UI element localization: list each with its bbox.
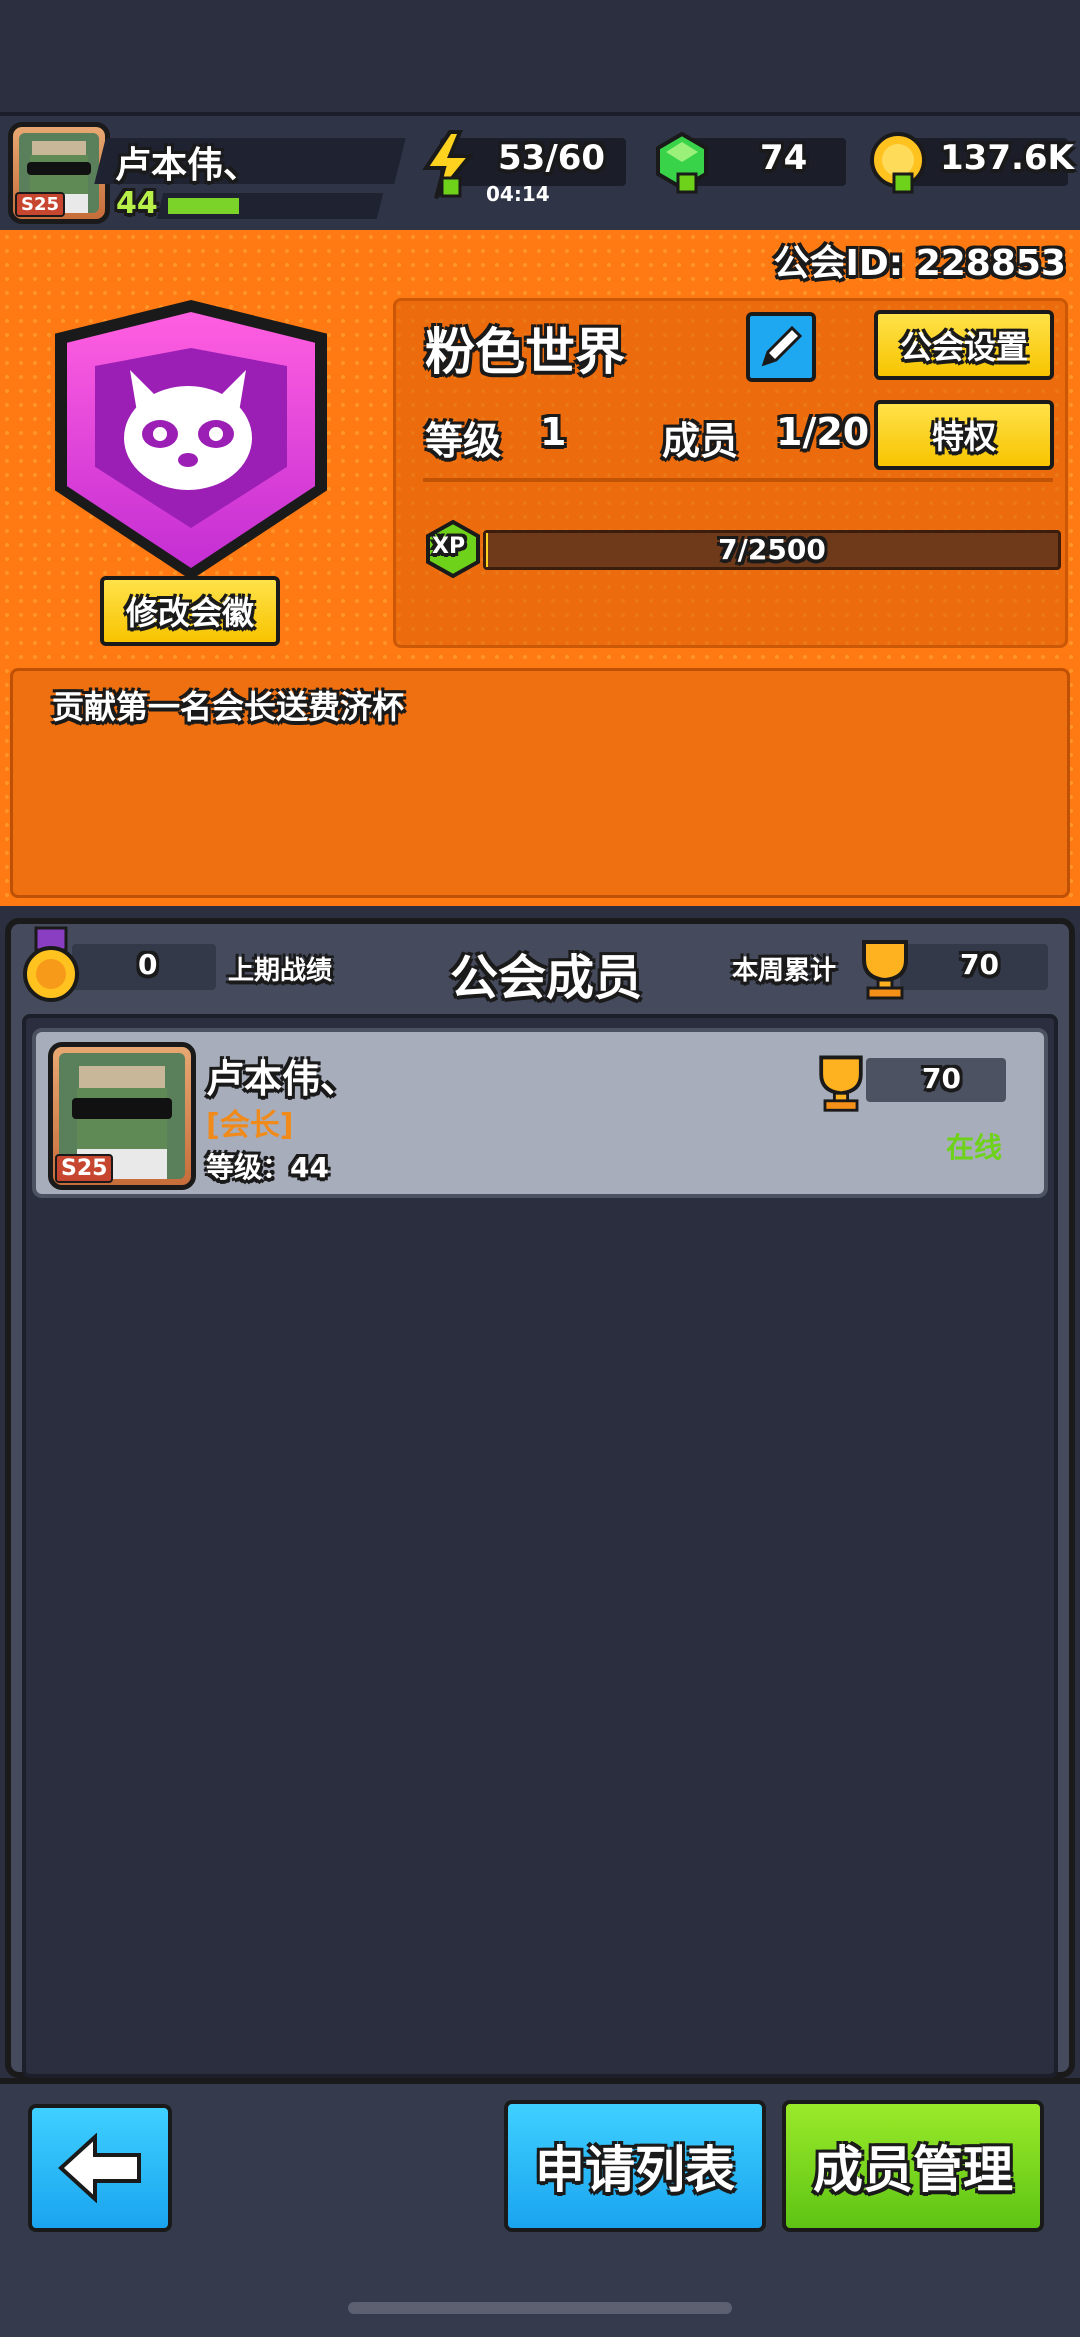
xp-value: 7/2500: [718, 533, 826, 566]
week-total-label: 本周累计: [732, 956, 837, 986]
coin-icon[interactable]: [868, 130, 930, 198]
last-period-value: 0: [138, 948, 158, 981]
guild-id: 公会ID: 228853: [773, 243, 1066, 284]
guild-level-value: 1: [540, 410, 567, 454]
guild-settings-button[interactable]: 公会设置: [874, 310, 1054, 380]
medal-icon: [18, 926, 84, 1006]
last-period-label: 上期战绩: [228, 956, 333, 986]
member-name: 卢本伟、: [206, 1057, 359, 1101]
back-arrow-icon: [58, 2133, 141, 2203]
member-role: [会长]: [206, 1108, 294, 1143]
player-avatar[interactable]: S25: [8, 122, 110, 224]
player-level-fill: [168, 198, 239, 214]
coin-value: 137.6K: [940, 138, 1074, 178]
member-status: 在线: [946, 1131, 1003, 1164]
energy-value: 53/60: [498, 138, 606, 178]
raccoon-emblem-icon: [108, 360, 268, 500]
members-panel-title: 公会成员: [450, 950, 643, 1006]
guild-notice: 贡献第一名会长送费济杯: [52, 688, 405, 726]
change-emblem-button[interactable]: 修改会徽: [100, 576, 280, 646]
season-badge: S25: [15, 192, 66, 217]
guild-members-value: 1/20: [776, 410, 870, 454]
member-trophy-icon: [808, 1048, 874, 1114]
guild-level-label: 等级: [425, 419, 502, 463]
status-area: [0, 0, 1080, 112]
energy-icon[interactable]: [420, 130, 476, 200]
guild-name: 粉色世界: [425, 323, 625, 381]
xp-badge: XP: [426, 519, 480, 579]
guild-members-label: 成员: [662, 419, 739, 463]
back-button[interactable]: [28, 2104, 172, 2232]
member-avatar[interactable]: S25: [48, 1042, 196, 1190]
player-level: 44: [116, 186, 158, 221]
trophy-icon: [850, 932, 920, 1002]
member-trophies: 70: [922, 1062, 961, 1095]
energy-timer: 04:14: [486, 182, 550, 206]
member-season-badge: S25: [55, 1154, 114, 1183]
home-indicator[interactable]: [348, 2302, 732, 2314]
privilege-button[interactable]: 特权: [874, 400, 1054, 470]
player-name: 卢本伟、: [115, 145, 260, 186]
pencil-icon: [761, 325, 803, 367]
member-management-button[interactable]: 成员管理: [782, 2100, 1044, 2232]
divider: [423, 478, 1053, 482]
gem-value: 74: [760, 138, 808, 178]
apply-list-button[interactable]: 申请列表: [504, 2100, 766, 2232]
week-total-value: 70: [960, 948, 999, 981]
gem-icon[interactable]: [652, 130, 712, 198]
member-level: 等级：44: [206, 1151, 329, 1184]
edit-name-button[interactable]: [746, 312, 816, 382]
